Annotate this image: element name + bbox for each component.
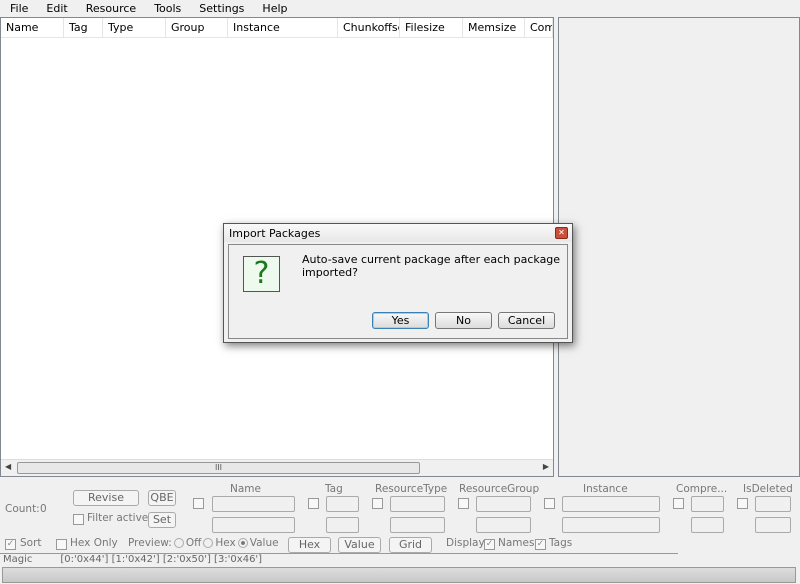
hex-only-label: Hex Only <box>70 537 118 549</box>
field-instance-label: Instance <box>583 483 628 495</box>
dialog-body: ? Auto-save current package after each p… <box>228 244 568 339</box>
menu-resource[interactable]: Resource <box>76 0 144 17</box>
status-bar <box>2 567 796 583</box>
field-resourcetype-label: ResourceType <box>375 483 448 495</box>
magic-label: Magic <box>3 554 33 565</box>
magic-row: Magic [0:'0x44'] [1:'0x42'] [2:'0x50'] [3… <box>0 553 678 566</box>
field-tag-label: Tag <box>325 483 343 495</box>
horizontal-scrollbar[interactable]: ◀ III ▶ <box>1 459 553 476</box>
grid-button[interactable]: Grid <box>389 537 432 553</box>
question-icon: ? <box>243 256 280 292</box>
scroll-left-icon[interactable]: ◀ <box>5 462 11 471</box>
column-compressed[interactable]: Com <box>525 18 553 37</box>
cancel-button[interactable]: Cancel <box>498 312 555 329</box>
isdeleted-value-input[interactable] <box>755 517 791 533</box>
resourcetype-checkbox[interactable] <box>372 498 383 509</box>
resourcegroup-filter-input[interactable] <box>476 496 531 512</box>
preview-pane <box>558 17 800 477</box>
instance-filter-input[interactable] <box>562 496 660 512</box>
magic-value: [0:'0x44'] [1:'0x42'] [2:'0x50'] [3:'0x4… <box>60 554 263 565</box>
preview-label: Preview: Off Hex Value <box>128 537 279 549</box>
column-group[interactable]: Group <box>166 18 228 37</box>
preview-hex-label: Hex <box>215 537 236 549</box>
yes-button[interactable]: Yes <box>372 312 429 329</box>
resourcetype-value-input[interactable] <box>390 517 445 533</box>
preview-text: Preview: <box>128 537 172 549</box>
name-value-input[interactable] <box>212 517 295 533</box>
close-icon[interactable]: ✕ <box>555 227 568 239</box>
tag-value-input[interactable] <box>326 517 359 533</box>
qbe-button[interactable]: QBE <box>148 490 176 506</box>
tags-checkbox[interactable]: ✓ <box>535 539 546 550</box>
menu-bar: File Edit Resource Tools Settings Help <box>0 0 800 17</box>
names-label: Names <box>498 537 535 549</box>
column-name[interactable]: Name <box>1 18 64 37</box>
set-button[interactable]: Set <box>148 512 176 528</box>
preview-value-radio[interactable] <box>237 538 248 548</box>
resourcegroup-value-input[interactable] <box>476 517 531 533</box>
display-label: Display: <box>446 537 488 549</box>
import-packages-dialog: Import Packages ✕ ? Auto-save current pa… <box>223 223 573 343</box>
filter-panel: Count: 0 Revise QBE Filter active Set Na… <box>0 480 800 584</box>
compressed-checkbox[interactable] <box>673 498 684 509</box>
filter-active-checkbox[interactable] <box>73 514 84 525</box>
preview-hex-radio[interactable] <box>203 538 214 548</box>
field-resourcegroup-label: ResourceGroup <box>459 483 540 495</box>
resourcegroup-checkbox[interactable] <box>458 498 469 509</box>
count-label: Count: <box>5 503 40 515</box>
column-tag[interactable]: Tag <box>64 18 103 37</box>
preview-value-label: Value <box>249 537 279 549</box>
sort-checkbox[interactable]: ✓ <box>5 539 16 550</box>
scroll-right-icon[interactable]: ▶ <box>543 462 549 471</box>
hex-button[interactable]: Hex <box>288 537 331 553</box>
field-name-label: Name <box>230 483 261 495</box>
instance-checkbox[interactable] <box>544 498 555 509</box>
compressed-filter-input[interactable] <box>691 496 724 512</box>
names-checkbox[interactable]: ✓ <box>484 539 495 550</box>
isdeleted-checkbox[interactable] <box>737 498 748 509</box>
menu-tools[interactable]: Tools <box>144 0 189 17</box>
sort-label: Sort <box>20 537 42 549</box>
tags-label: Tags <box>549 537 573 549</box>
field-compressed-label: Compre... <box>676 483 728 495</box>
column-instance[interactable]: Instance <box>228 18 338 37</box>
menu-help[interactable]: Help <box>252 0 295 17</box>
dialog-message: Auto-save current package after each pac… <box>302 253 561 279</box>
instance-value-input[interactable] <box>562 517 660 533</box>
menu-edit[interactable]: Edit <box>36 0 75 17</box>
revise-button[interactable]: Revise <box>73 490 139 506</box>
field-isdeleted-label: IsDeleted <box>743 483 793 495</box>
tag-checkbox[interactable] <box>308 498 319 509</box>
value-button[interactable]: Value <box>338 537 381 553</box>
name-checkbox[interactable] <box>193 498 204 509</box>
menu-file[interactable]: File <box>0 0 36 17</box>
column-chunkoffset[interactable]: Chunkoffset <box>338 18 400 37</box>
preview-off-label: Off <box>185 537 202 549</box>
list-header: Name Tag Type Group Instance Chunkoffset… <box>1 18 553 38</box>
isdeleted-filter-input[interactable] <box>755 496 791 512</box>
column-type[interactable]: Type <box>103 18 166 37</box>
name-filter-input[interactable] <box>212 496 295 512</box>
hex-only-checkbox[interactable] <box>56 539 67 550</box>
dialog-title: Import Packages <box>224 224 572 242</box>
compressed-value-input[interactable] <box>691 517 724 533</box>
column-memsize[interactable]: Memsize <box>463 18 525 37</box>
tag-filter-input[interactable] <box>326 496 359 512</box>
scroll-thumb[interactable]: III <box>17 462 420 474</box>
count-value: 0 <box>40 503 47 515</box>
preview-off-radio[interactable] <box>173 538 184 548</box>
resourcetype-filter-input[interactable] <box>390 496 445 512</box>
no-button[interactable]: No <box>435 312 492 329</box>
column-filesize[interactable]: Filesize <box>400 18 463 37</box>
menu-settings[interactable]: Settings <box>189 0 252 17</box>
filter-active-label: Filter active <box>87 512 149 524</box>
